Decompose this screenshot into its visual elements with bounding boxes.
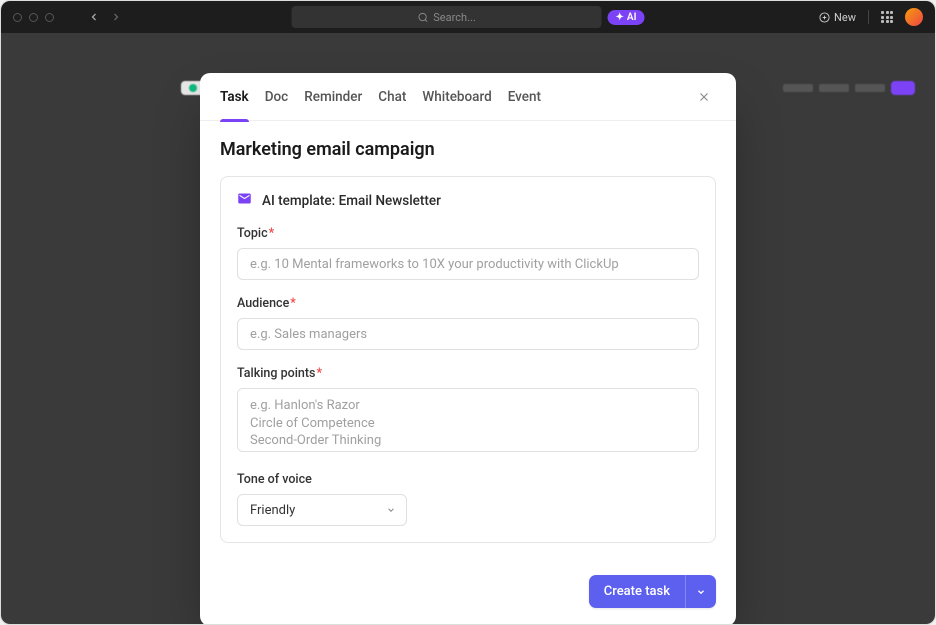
window-controls xyxy=(13,13,54,22)
modal-body: Marketing email campaign AI template: Em… xyxy=(200,121,736,563)
sparkle-icon: ✦ xyxy=(616,12,624,23)
titlebar: Search... ✦ AI New xyxy=(1,1,935,33)
envelope-icon xyxy=(237,191,252,210)
titlebar-actions: New xyxy=(819,8,923,26)
new-button[interactable]: New xyxy=(819,11,856,24)
tone-select[interactable]: Friendly xyxy=(237,494,407,526)
global-search: Search... ✦ AI xyxy=(292,6,645,28)
app-window: Search... ✦ AI New xyxy=(0,0,936,625)
talking-points-label: Talking points* xyxy=(237,366,699,381)
maximize-window[interactable] xyxy=(45,13,54,22)
chevron-down-icon xyxy=(696,587,706,597)
ai-button[interactable]: ✦ AI xyxy=(608,10,645,25)
plus-circle-icon xyxy=(819,12,830,23)
tab-task[interactable]: Task xyxy=(220,73,249,121)
modal-footer: Create task xyxy=(200,563,736,625)
search-icon xyxy=(417,12,428,23)
topic-input[interactable] xyxy=(237,248,699,280)
form-card: AI template: Email Newsletter Topic* Aud… xyxy=(220,176,716,543)
topic-label: Topic* xyxy=(237,226,699,241)
audience-label: Audience* xyxy=(237,296,699,311)
chevron-down-icon xyxy=(386,505,396,518)
ai-template-label: AI template: Email Newsletter xyxy=(262,193,441,209)
tab-reminder[interactable]: Reminder xyxy=(304,73,362,121)
tab-doc[interactable]: Doc xyxy=(265,73,289,121)
audience-input[interactable] xyxy=(237,318,699,350)
apps-icon[interactable] xyxy=(881,11,893,23)
new-label: New xyxy=(834,11,856,24)
tab-chat[interactable]: Chat xyxy=(378,73,406,121)
close-icon[interactable] xyxy=(692,85,716,109)
divider xyxy=(868,10,869,24)
modal-title: Marketing email campaign xyxy=(220,139,716,160)
create-task-button-group: Create task xyxy=(589,575,716,608)
tone-label: Tone of voice xyxy=(237,472,699,487)
create-modal: Task Doc Reminder Chat Whiteboard Event … xyxy=(200,73,736,625)
avatar[interactable] xyxy=(905,8,923,26)
talking-points-input[interactable] xyxy=(237,388,699,452)
tone-value: Friendly xyxy=(250,503,295,518)
tab-whiteboard[interactable]: Whiteboard xyxy=(422,73,491,121)
minimize-window[interactable] xyxy=(29,13,38,22)
ai-template-header: AI template: Email Newsletter xyxy=(237,191,699,210)
create-task-button[interactable]: Create task xyxy=(589,575,686,608)
nav-back[interactable] xyxy=(84,7,104,27)
nav-forward[interactable] xyxy=(106,7,126,27)
modal-tabs: Task Doc Reminder Chat Whiteboard Event xyxy=(200,73,736,121)
search-input[interactable]: Search... xyxy=(292,6,602,28)
nav-arrows xyxy=(84,7,126,27)
close-window[interactable] xyxy=(13,13,22,22)
tab-event[interactable]: Event xyxy=(508,73,541,121)
ai-label: AI xyxy=(627,12,637,23)
create-task-dropdown[interactable] xyxy=(686,575,716,608)
search-placeholder: Search... xyxy=(433,11,476,24)
